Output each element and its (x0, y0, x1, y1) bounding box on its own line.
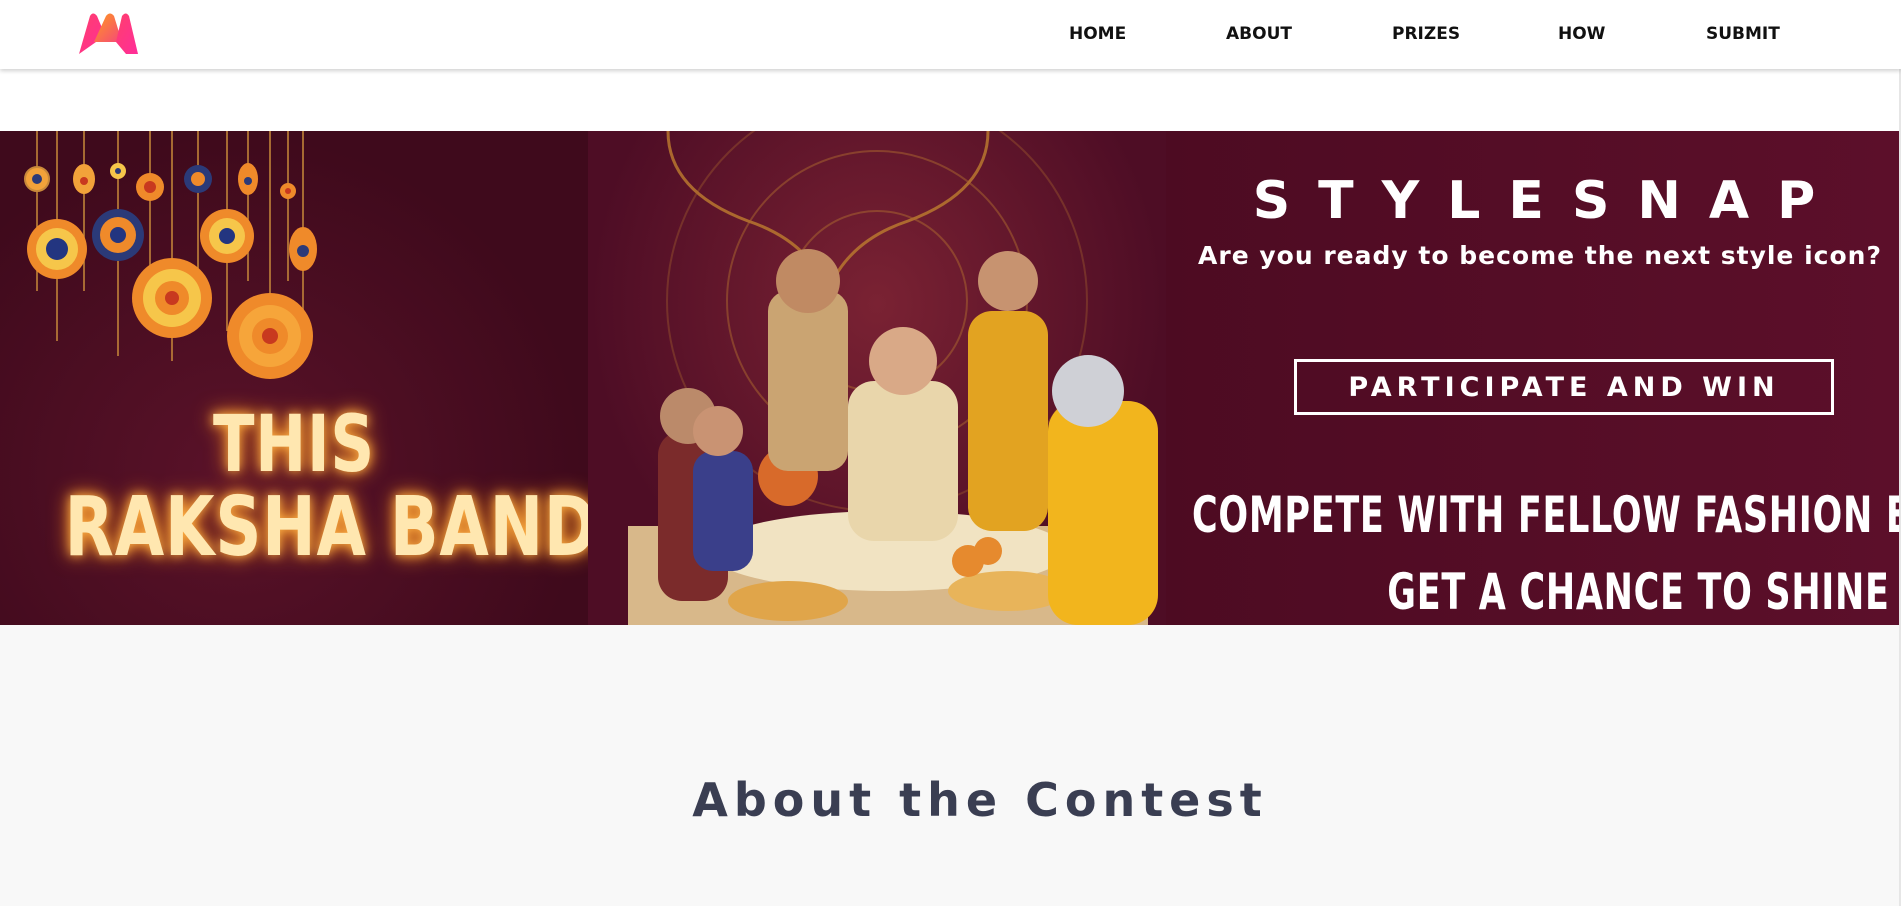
nav-about-link[interactable]: ABOUT (1226, 24, 1292, 44)
nav-home-link[interactable]: HOME (1069, 24, 1126, 44)
raksha-bandhan-heading: THIS RAKSHA BANDHAN (64, 400, 757, 575)
banner-tagline: Are you ready to become the next style i… (1198, 241, 1882, 270)
compete-text: COMPETE WITH FELLOW FASHION ENTHUSIASTS (1192, 486, 1900, 544)
top-navbar: HOME ABOUT PRIZES HOW SUBMIT (0, 0, 1901, 69)
stylesnap-title: STYLESNAP (1252, 171, 1844, 231)
participate-and-win-button[interactable]: PARTICIPATE AND WIN (1294, 359, 1834, 415)
nav-how-link[interactable]: HOW (1558, 24, 1605, 44)
family-celebration-image (588, 131, 1166, 625)
about-contest-heading: About the Contest (692, 773, 1268, 827)
about-section: About the Contest (0, 643, 1901, 906)
nav-submit-link[interactable]: SUBMIT (1706, 24, 1780, 44)
shine-text: GET A CHANCE TO SHINE (1387, 563, 1890, 621)
raksha-line-bandhan: RAKSHA BANDHAN (64, 479, 757, 575)
nav-links: HOME ABOUT PRIZES HOW SUBMIT (1000, 0, 1820, 69)
raksha-line-this: THIS (213, 400, 375, 490)
header-spacer (0, 69, 1901, 131)
nav-prizes-link[interactable]: PRIZES (1392, 24, 1460, 44)
myntra-logo-icon[interactable] (76, 12, 140, 58)
hero-banner: THIS RAKSHA BANDHAN STYLESNAP Are you re… (0, 131, 1900, 625)
